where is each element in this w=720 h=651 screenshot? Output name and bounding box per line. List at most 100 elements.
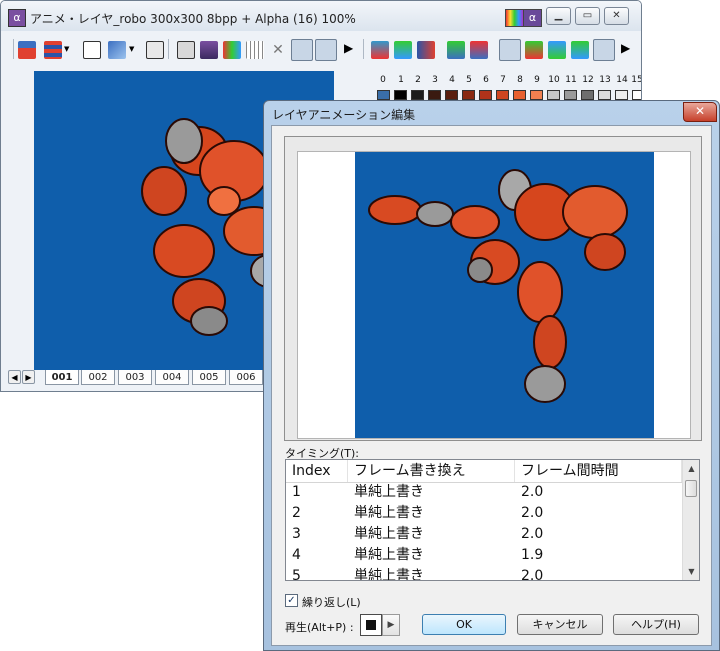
preview-canvas [355,152,654,438]
palette-swatch[interactable] [411,90,424,100]
close-button[interactable]: ✕ [604,7,629,25]
palette-index: 10 [548,75,560,85]
dropdown-arrow-icon[interactable]: ▼ [129,45,137,53]
palette-swatch[interactable] [564,90,577,100]
layer-animation-dialog: レイヤアニメーション編集 ✕ タイミング(T): Index フレーム書き換え … [263,100,720,651]
grid-toggle-icon[interactable] [315,39,337,61]
column-header-frame-time[interactable]: フレーム間時間 [515,460,682,482]
palette-add-icon[interactable] [447,41,465,59]
palette-swatch[interactable] [377,90,390,100]
layers-icon[interactable] [44,41,62,59]
cross-icon[interactable]: ✕ [269,41,287,59]
palette-swatch[interactable] [513,90,526,100]
tab-frame-001[interactable]: 001 [45,370,79,385]
palette-grid-icon[interactable] [499,39,521,61]
palette-swatches [377,90,641,100]
import-icon[interactable] [18,41,36,59]
layer-copy-icon[interactable] [177,41,195,59]
cell-time: 2.0 [521,505,544,521]
minimize-button[interactable]: ▁ [546,7,571,25]
frame-tabs: ◀ ▶ 001 002 003 004 005 006 [8,370,288,386]
cell-index: 3 [292,526,301,542]
sort-icon[interactable] [417,41,435,59]
tab-frame-002[interactable]: 002 [81,370,115,385]
tab-frame-004[interactable]: 004 [155,370,189,385]
table-row[interactable]: 1 単純上書き 2.0 [286,482,682,503]
grid-icon[interactable] [246,41,264,59]
palette-index: 7 [500,75,506,85]
palette-check-icon[interactable] [371,41,389,59]
resize-icon[interactable] [83,41,101,59]
scroll-thumb[interactable] [685,480,697,497]
dialog-close-button[interactable]: ✕ [683,102,717,122]
play-label: 再生(Alt+P) : [285,621,354,634]
palette-index-labels: 0 1 2 3 4 5 6 7 8 9 10 11 12 13 14 15 [373,75,641,87]
palette-index: 1 [398,75,404,85]
next-frame-button[interactable]: ▶ [382,614,400,636]
main-titlebar[interactable]: α アニメ・レイヤ_robo 300x300 8bpp + Alpha (16)… [1,1,641,31]
color-layer-icon[interactable] [223,41,241,59]
cancel-button[interactable]: キャンセル [517,614,603,635]
windows-icon[interactable] [146,41,164,59]
palette-swatch[interactable] [598,90,611,100]
table-row[interactable]: 3 単純上書き 2.0 [286,524,682,545]
table-row[interactable]: 4 単純上書き 1.9 [286,545,682,566]
alpha-toggle-icon[interactable] [593,39,615,61]
app-icon[interactable]: α [8,9,26,27]
dropdown-arrow-icon[interactable]: ▼ [64,45,72,53]
palette-swatch[interactable] [394,90,407,100]
palette-index: 14 [616,75,628,85]
maximize-button[interactable]: ▭ [575,7,600,25]
palette-index: 6 [483,75,489,85]
tab-frame-005[interactable]: 005 [192,370,226,385]
palette-swatch[interactable] [632,90,641,100]
scroll-up-icon[interactable]: ▲ [683,460,699,477]
palette-swap-icon[interactable] [394,41,412,59]
cell-index: 2 [292,505,301,521]
help-button[interactable]: ヘルプ(H) [613,614,699,635]
palette-swatch[interactable] [428,90,441,100]
table-row[interactable]: 5 単純上書き 2.0 [286,566,682,580]
palette-import-icon[interactable] [525,41,543,59]
cell-mode: 単純上書き [354,547,424,563]
palette-swatch[interactable] [462,90,475,100]
cell-time: 1.9 [521,547,544,563]
palette-index: 12 [582,75,594,85]
toolbar-more-icon[interactable]: ▶ [344,41,362,59]
toolbar-separator [13,39,14,59]
palette-swatch[interactable] [445,90,458,100]
timing-list[interactable]: Index フレーム書き換え フレーム間時間 1 単純上書き 2.0 2 単純上… [285,459,700,581]
loop-label[interactable]: 繰り返し(L) [302,594,361,610]
palette-swatch[interactable] [615,90,628,100]
tab-next-icon[interactable]: ▶ [22,370,35,384]
toolbar-separator [168,39,169,59]
cell-mode: 単純上書き [354,526,424,542]
tab-frame-003[interactable]: 003 [118,370,152,385]
palette-more-icon[interactable]: ▶ [621,41,639,59]
swap-icon[interactable] [108,41,126,59]
palette-swatch[interactable] [547,90,560,100]
tab-frame-006[interactable]: 006 [229,370,263,385]
palette-index: 8 [517,75,523,85]
column-header-index[interactable]: Index [286,460,348,482]
scroll-down-icon[interactable]: ▼ [683,563,699,580]
vertical-scrollbar[interactable]: ▲ ▼ [682,460,699,580]
lasso-icon[interactable] [291,39,313,61]
column-header-frame-mode[interactable]: フレーム書き換え [348,460,515,482]
tab-prev-icon[interactable]: ◀ [8,370,21,384]
alpha-icon[interactable]: α [523,9,542,27]
stop-play-button[interactable] [360,614,382,636]
layer-new-icon[interactable] [200,41,218,59]
palette-swatch[interactable] [530,90,543,100]
ok-button[interactable]: OK [422,614,506,635]
table-row[interactable]: 2 単純上書き 2.0 [286,503,682,524]
palette-edit-icon[interactable] [470,41,488,59]
palette-swatch[interactable] [479,90,492,100]
preview-frame [284,136,702,441]
palette-export-icon[interactable] [548,41,566,59]
palette-icon[interactable] [505,9,524,27]
palette-swatch[interactable] [496,90,509,100]
loop-checkbox[interactable]: ✓ [285,594,298,607]
palette-swatch[interactable] [581,90,594,100]
palette-move-icon[interactable] [571,41,589,59]
